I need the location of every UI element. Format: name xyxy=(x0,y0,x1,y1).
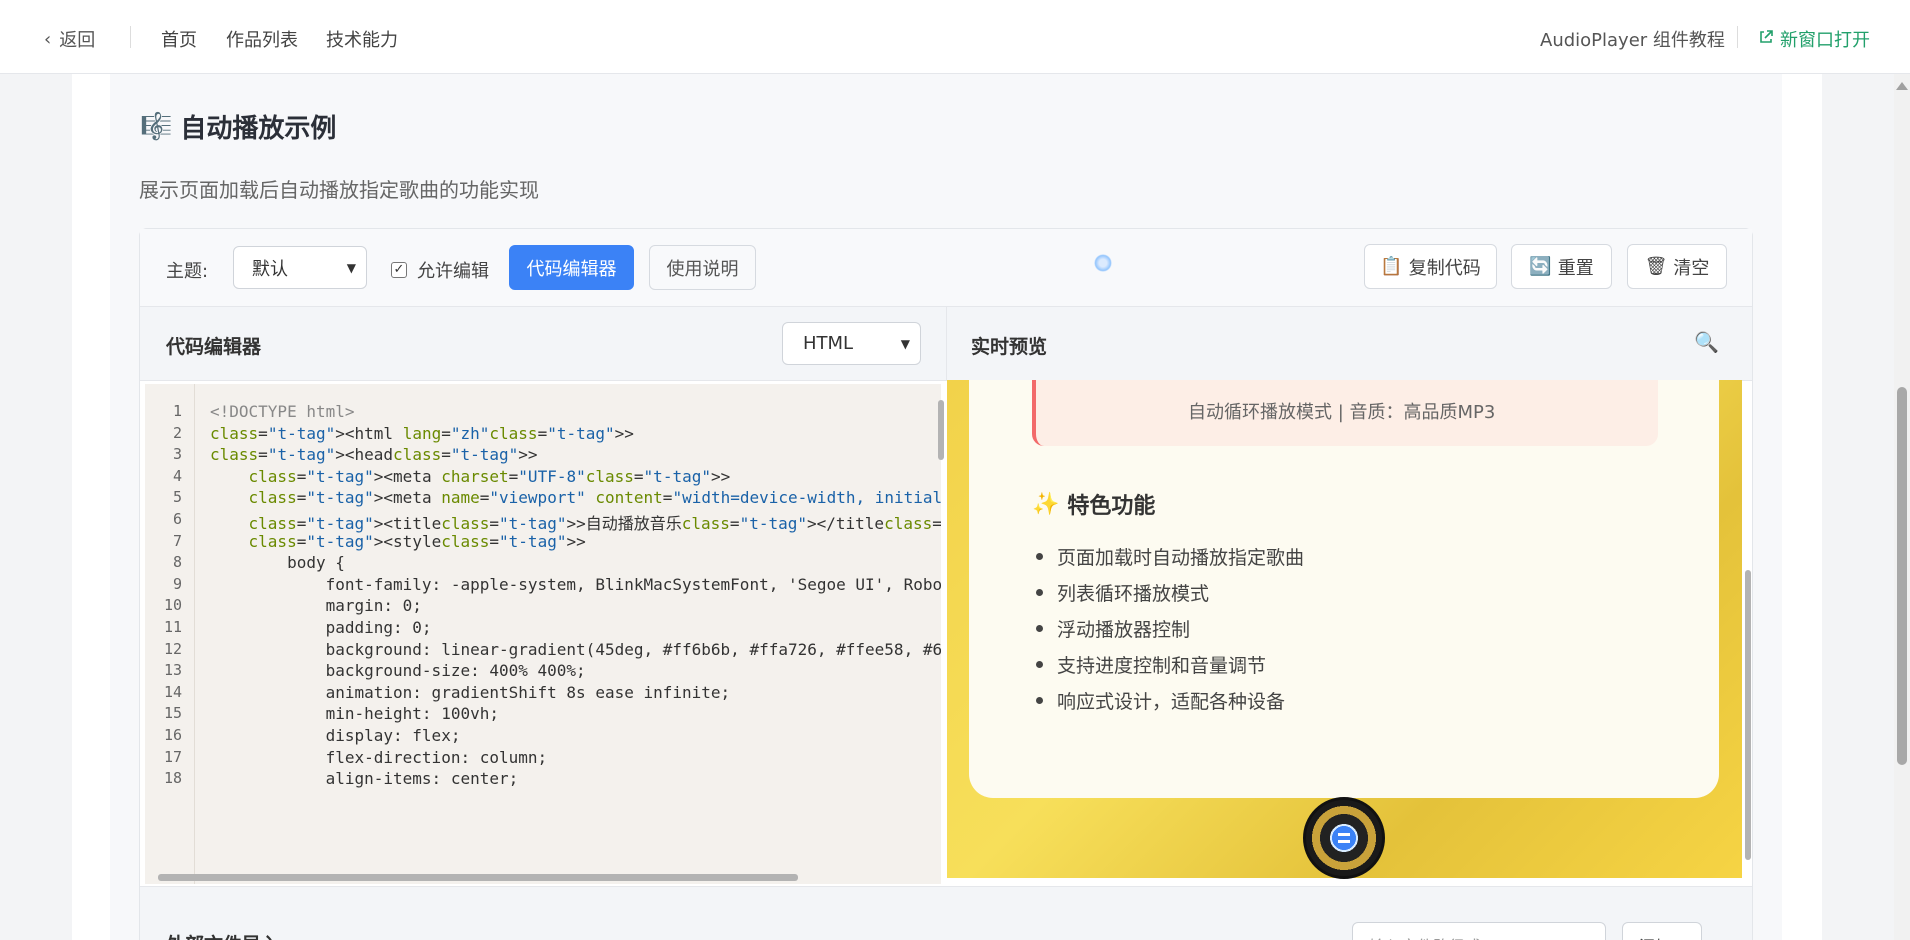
code-line: padding: 0; xyxy=(210,618,432,637)
line-number: 1 xyxy=(172,402,182,420)
line-number: 9 xyxy=(172,574,182,593)
open-new-window-link[interactable]: 新窗口打开 xyxy=(1758,26,1870,52)
sparkles-icon: ✨ xyxy=(1032,491,1060,517)
chevron-left-icon: ‹ xyxy=(44,28,52,50)
code-line: class="t-tag"><styleclass="t-tag">> xyxy=(248,531,586,551)
editor-horizontal-scrollbar[interactable] xyxy=(158,874,798,881)
line-number: 4 xyxy=(172,466,182,485)
list-item: 列表循环播放模式 xyxy=(1036,579,1209,606)
code-line: min-height: 100vh; xyxy=(210,704,499,724)
code-line: flex-direction: column; xyxy=(210,747,548,767)
code-line: background-size: 400% 400%; xyxy=(210,661,586,681)
line-number: 17 xyxy=(163,747,182,766)
code-line: <!DOCTYPE html> xyxy=(210,402,355,421)
top-nav: ‹ 返回 首页 作品列表 技术能力 AudioPlayer 组件教程 新窗口打开 xyxy=(0,0,1910,74)
list-item: 响应式设计，适配各种设备 xyxy=(1036,687,1285,714)
refresh-icon: 🔄 xyxy=(1529,256,1552,277)
code-line: class="t-tag"><meta name="viewport" cont… xyxy=(248,488,941,508)
tutorial-title: AudioPlayer 组件教程 xyxy=(1540,30,1725,51)
preview-title: 实时预览 xyxy=(971,336,1048,358)
theme-label: 主题: xyxy=(166,261,209,282)
playback-info: 自动循环播放模式 | 音质：高品质MP3 xyxy=(1188,402,1496,423)
code-line: body { xyxy=(210,553,345,573)
line-number: 13 xyxy=(163,661,182,680)
code-line: background: linear-gradient(45deg, #ff6b… xyxy=(210,639,941,659)
code-line: animation: gradientShift 8s ease infinit… xyxy=(210,682,731,702)
code-line: display: flex; xyxy=(210,726,461,745)
usage-button[interactable]: 使用说明 xyxy=(649,245,756,290)
page-title: 🎼 自动播放示例 xyxy=(140,111,337,145)
line-number: 14 xyxy=(163,682,182,701)
line-number: 18 xyxy=(163,769,182,788)
line-number: 10 xyxy=(163,596,182,615)
code-line: class="t-tag"><meta charset="UTF-8"class… xyxy=(248,466,731,486)
line-number: 11 xyxy=(163,618,182,636)
divider xyxy=(130,26,131,48)
magnifier-icon[interactable]: 🔍 xyxy=(1694,330,1719,354)
language-select[interactable]: HTML ▼ xyxy=(782,322,921,365)
line-number: 15 xyxy=(163,704,182,723)
editor-vertical-scrollbar[interactable] xyxy=(938,400,944,460)
back-link[interactable]: ‹ 返回 xyxy=(44,26,95,52)
code-line: font-family: -apple-system, BlinkMacSyst… xyxy=(210,574,941,594)
list-item: 支持进度控制和音量调节 xyxy=(1036,651,1266,678)
list-item: 浮动播放器控制 xyxy=(1036,615,1190,642)
code-line: class="t-tag"><titleclass="t-tag">>自动播放音… xyxy=(248,514,941,533)
external-import-title: 外部文件导入 xyxy=(166,930,280,940)
code-editor-button[interactable]: 代码编辑器 xyxy=(509,245,634,290)
editor-title: 代码编辑器 xyxy=(166,336,262,358)
reset-button[interactable]: 🔄 重置 xyxy=(1511,244,1612,289)
trash-icon: 🗑 xyxy=(1644,256,1668,277)
line-number: 8 xyxy=(172,553,182,572)
nav-item-works[interactable]: 作品列表 xyxy=(226,26,298,52)
nav-item-home[interactable]: 首页 xyxy=(161,26,197,52)
line-number: 3 xyxy=(172,445,182,464)
code-editor[interactable]: 1 <!DOCTYPE html> 2 class="t-tag"><html lan… xyxy=(145,384,941,884)
scroll-up-icon[interactable] xyxy=(1896,82,1908,90)
checkbox-checked-icon: ✓ xyxy=(391,262,407,278)
copy-code-button[interactable]: 📋 复制代码 xyxy=(1364,244,1497,289)
clear-button[interactable]: 🗑 清空 xyxy=(1627,244,1727,289)
chevron-down-icon: ▼ xyxy=(346,260,356,275)
preview-scrollbar[interactable] xyxy=(1745,570,1751,860)
allow-edit-checkbox[interactable]: ✓ 允许编辑 xyxy=(391,257,489,283)
page-scrollbar-thumb[interactable] xyxy=(1897,387,1907,765)
theme-select[interactable]: 默认 ▼ xyxy=(233,246,367,289)
divider xyxy=(1737,26,1738,48)
add-button[interactable]: 添加 xyxy=(1622,922,1702,940)
nav-item-tech[interactable]: 技术能力 xyxy=(326,26,398,52)
line-number: 7 xyxy=(172,531,182,550)
line-number: 2 xyxy=(172,423,182,442)
code-line: class="t-tag"><headclass="t-tag">> xyxy=(210,445,538,465)
page-subtitle: 展示页面加载后自动播放指定歌曲的功能实现 xyxy=(139,178,539,202)
music-icon: 🎼 xyxy=(140,111,173,142)
line-number: 12 xyxy=(163,639,182,658)
chevron-down-icon: ▼ xyxy=(900,336,910,351)
code-line: margin: 0; xyxy=(210,596,422,616)
clipboard-icon: 📋 xyxy=(1380,256,1403,277)
code-line: class="t-tag"><html lang="zh"class="t-ta… xyxy=(210,423,634,443)
loading-spinner-icon xyxy=(1094,254,1112,272)
file-url-input[interactable]: 输入文件路径或 URL xyxy=(1352,922,1606,940)
list-item: 页面加载时自动播放指定歌曲 xyxy=(1036,543,1304,570)
line-number: 5 xyxy=(172,488,182,507)
floating-player-disc-icon[interactable] xyxy=(1303,797,1385,879)
features-title: ✨ 特色功能 xyxy=(1032,491,1156,520)
code-line: align-items: center; xyxy=(210,769,519,789)
external-link-icon xyxy=(1758,29,1774,50)
line-number: 16 xyxy=(163,726,182,744)
menu-icon xyxy=(1338,833,1350,843)
preview-header xyxy=(946,307,1752,381)
line-number: 6 xyxy=(172,510,182,528)
